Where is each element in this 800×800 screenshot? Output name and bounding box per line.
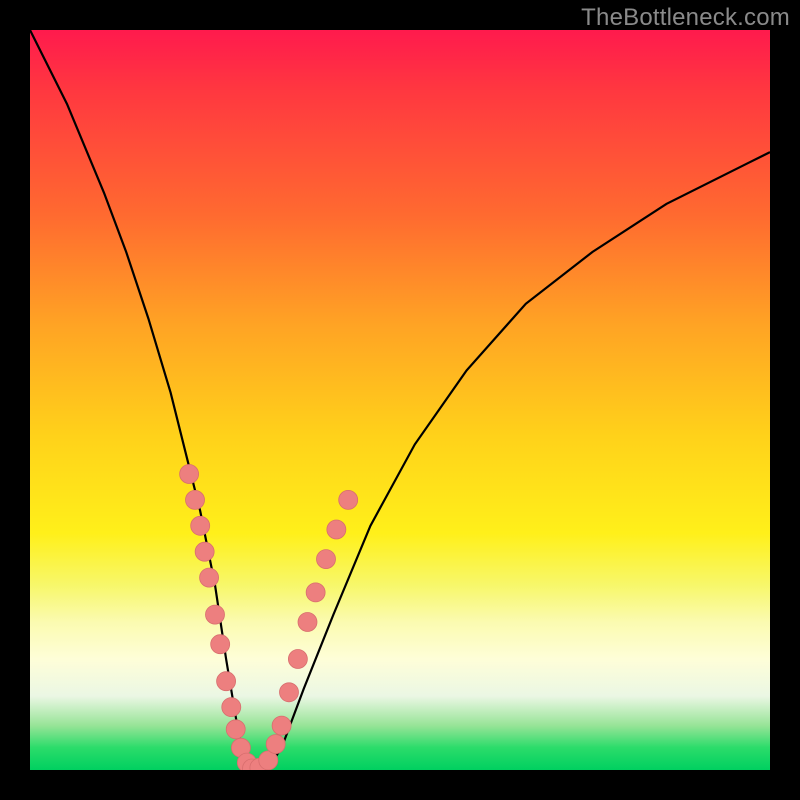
chart-svg [30,30,770,770]
chart-frame: TheBottleneck.com [0,0,800,800]
data-marker [280,683,299,702]
data-marker [217,672,236,691]
data-marker [222,698,241,717]
marker-layer [180,465,358,771]
data-marker [211,635,230,654]
watermark-text: TheBottleneck.com [581,4,790,32]
data-marker [339,490,358,509]
data-marker [317,550,336,569]
data-marker [226,720,245,739]
data-marker [288,650,307,669]
bottleneck-curve [30,30,770,770]
chart-plot-area [30,30,770,770]
data-marker [180,465,199,484]
data-marker [206,605,225,624]
data-marker [306,583,325,602]
data-marker [191,516,210,535]
data-marker [200,568,219,587]
data-marker [186,490,205,509]
data-marker [272,716,291,735]
data-marker [266,735,285,754]
data-marker [327,520,346,539]
data-marker [298,613,317,632]
data-marker [195,542,214,561]
